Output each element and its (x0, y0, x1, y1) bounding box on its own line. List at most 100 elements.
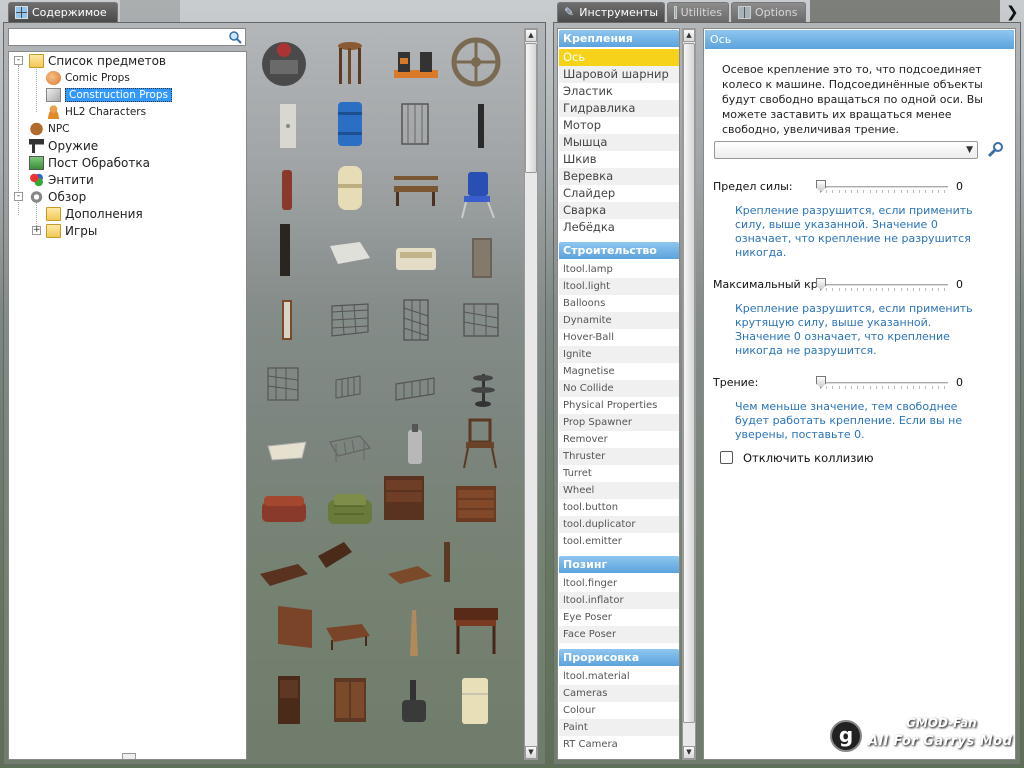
prop-thumbnail[interactable] (378, 472, 430, 524)
tool-item[interactable]: Лебёдка (559, 219, 679, 236)
prop-thumbnail[interactable] (390, 36, 442, 88)
tool-item[interactable]: ltool.lamp (559, 261, 679, 278)
prop-thumbnail[interactable] (458, 362, 510, 414)
scroll-thumb[interactable] (683, 43, 695, 723)
search-input[interactable] (8, 28, 246, 46)
prop-thumbnail[interactable] (262, 100, 314, 152)
prop-thumbnail[interactable] (324, 674, 376, 726)
prop-thumbnail[interactable] (314, 538, 366, 590)
prop-thumbnail[interactable] (390, 234, 442, 286)
tool-item[interactable]: Hover-Ball (559, 329, 679, 346)
tool-item[interactable]: Paint (559, 719, 679, 736)
prop-thumbnail[interactable] (264, 674, 316, 726)
preset-dropdown[interactable]: ▼ (714, 141, 978, 159)
tree-item-addons[interactable]: Дополнения (46, 205, 143, 222)
prop-thumbnail[interactable] (450, 604, 502, 656)
tool-item[interactable]: tool.duplicator (559, 516, 679, 533)
prop-thumbnail[interactable] (390, 420, 442, 472)
scroll-up-button[interactable]: ▲ (683, 29, 695, 42)
prop-thumbnail[interactable] (456, 232, 508, 284)
prop-thumbnail[interactable] (430, 536, 482, 588)
slider-knob[interactable] (816, 278, 826, 290)
prop-thumbnail[interactable] (324, 232, 376, 284)
tree-item-post-processing[interactable]: Пост Обработка (29, 154, 150, 171)
prop-thumbnail[interactable] (390, 100, 442, 152)
tool-item[interactable]: Balloons (559, 295, 679, 312)
tree-expander[interactable]: + (32, 226, 41, 235)
prop-thumbnail[interactable] (324, 486, 376, 538)
tool-item[interactable]: Веревка (559, 168, 679, 185)
tool-item[interactable]: ltool.finger (559, 575, 679, 592)
prop-thumbnail[interactable] (390, 296, 442, 348)
tool-item[interactable]: Гидравлика (559, 100, 679, 117)
props-scrollbar[interactable]: ▲ ▼ (524, 28, 538, 760)
tool-item[interactable]: ltool.inflator (559, 592, 679, 609)
tree-item-weapons[interactable]: Оружие (29, 137, 98, 154)
tool-item[interactable]: tool.button (559, 499, 679, 516)
prop-thumbnail[interactable] (450, 480, 502, 532)
resize-grip[interactable] (122, 753, 136, 759)
prop-thumbnail[interactable] (324, 296, 376, 348)
tree-item-games[interactable]: Игры (46, 222, 97, 239)
tree-expander[interactable]: - (14, 192, 23, 201)
prop-thumbnail[interactable] (262, 424, 314, 476)
prop-thumbnail[interactable] (258, 550, 310, 602)
prop-thumbnail[interactable] (258, 36, 310, 88)
prop-thumbnail[interactable] (258, 486, 310, 538)
prop-thumbnail[interactable] (456, 100, 508, 152)
prop-thumbnail[interactable] (262, 164, 314, 216)
prop-thumbnail[interactable] (450, 36, 502, 88)
scroll-down-button[interactable]: ▼ (683, 746, 695, 759)
tool-item[interactable]: Colour (559, 702, 679, 719)
tool-item[interactable]: Prop Spawner (559, 414, 679, 431)
tool-category-header[interactable]: Строительство (559, 242, 679, 259)
tools-scrollbar[interactable]: ▲ ▼ (682, 28, 696, 760)
prop-thumbnail[interactable] (390, 678, 442, 730)
close-panel-button[interactable]: ❯ (1006, 3, 1022, 21)
prop-thumbnail[interactable] (324, 364, 376, 416)
prop-thumbnail[interactable] (262, 294, 314, 346)
tool-item[interactable]: Ignite (559, 346, 679, 363)
prop-thumbnail[interactable] (260, 360, 312, 412)
prop-thumbnail[interactable] (456, 416, 508, 468)
tree-item-entities[interactable]: Энтити (29, 171, 94, 188)
scroll-down-button[interactable]: ▼ (525, 746, 537, 759)
tool-item[interactable]: Turret (559, 465, 679, 482)
prop-thumbnail[interactable] (324, 36, 376, 88)
tool-category-header[interactable]: Крепления (559, 30, 679, 47)
slider-track[interactable] (816, 382, 948, 384)
tool-item[interactable]: Ось (559, 49, 679, 66)
tree-item-browse[interactable]: Обзор (29, 188, 86, 205)
prop-thumbnail[interactable] (450, 676, 502, 728)
tool-item[interactable]: tool.emitter (559, 533, 679, 550)
tool-item[interactable]: Мышца (559, 134, 679, 151)
tree-item-npc[interactable]: NPC (29, 120, 70, 137)
prop-thumbnail[interactable] (324, 424, 376, 476)
slider-track[interactable] (816, 186, 948, 188)
tree-item-hl2-characters[interactable]: HL2 Characters (46, 103, 146, 120)
tool-item[interactable]: Шаровой шарнир (559, 66, 679, 83)
prop-thumbnail[interactable] (272, 600, 324, 652)
friction-slider[interactable] (816, 376, 948, 390)
tool-item[interactable]: Remover (559, 431, 679, 448)
force-limit-slider[interactable] (816, 180, 948, 194)
scroll-up-button[interactable]: ▲ (525, 29, 537, 42)
tool-item[interactable]: No Collide (559, 380, 679, 397)
prop-thumbnail[interactable] (390, 168, 442, 220)
tool-item[interactable]: RT Camera (559, 736, 679, 753)
prop-thumbnail[interactable] (322, 612, 374, 664)
prop-thumbnail[interactable] (456, 296, 508, 348)
tree-item-comic-props[interactable]: Comic Props (46, 69, 130, 86)
tool-item[interactable]: ltool.light (559, 278, 679, 295)
tool-item[interactable]: Dynamite (559, 312, 679, 329)
wrench-icon[interactable] (986, 141, 1004, 159)
nocollide-checkbox[interactable] (720, 451, 733, 464)
slider-track[interactable] (816, 284, 948, 286)
tab-options[interactable]: Options (731, 2, 806, 22)
tool-item[interactable]: ltool.material (559, 668, 679, 685)
tool-item[interactable]: Face Poser (559, 626, 679, 643)
prop-thumbnail[interactable] (384, 552, 436, 604)
tool-item[interactable]: Шкив (559, 151, 679, 168)
tab-contents[interactable]: Содержимое (8, 2, 118, 22)
tool-item[interactable]: Wheel (559, 482, 679, 499)
